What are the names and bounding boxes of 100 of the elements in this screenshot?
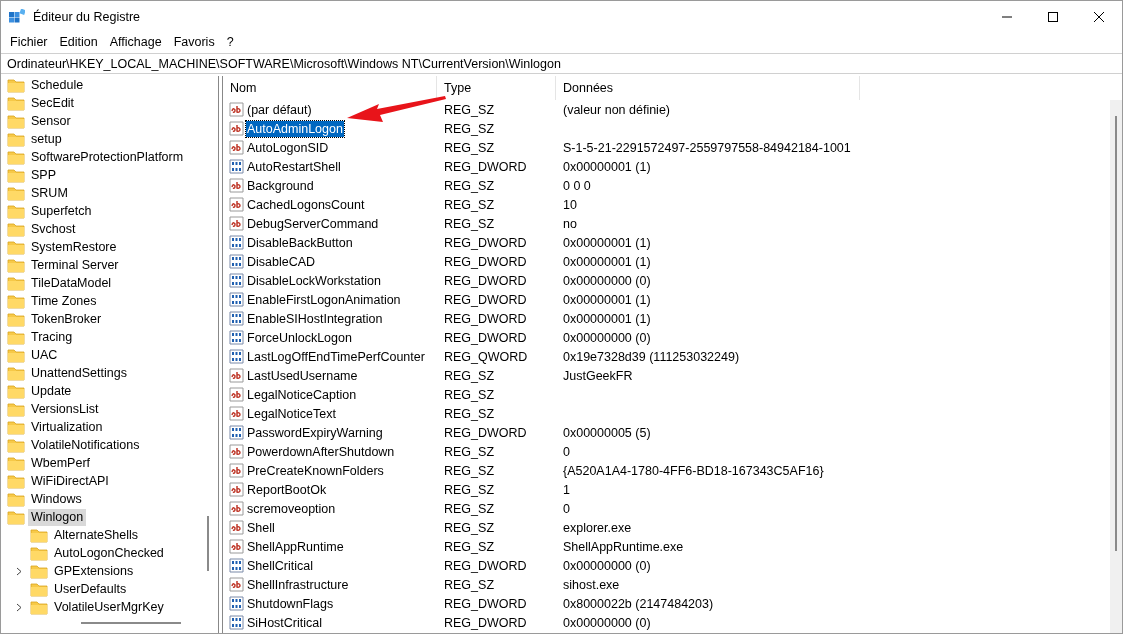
tree-item[interactable]: Virtualization <box>28 418 106 436</box>
value-name[interactable]: LastLogOffEndTimePerfCounter <box>246 348 426 365</box>
tree-item[interactable]: VersionsList <box>28 400 102 418</box>
value-name[interactable]: PasswordExpiryWarning <box>246 424 384 441</box>
value-name[interactable]: DebugServerCommand <box>246 215 380 232</box>
tree-item[interactable]: Schedule <box>28 76 87 94</box>
binary-value-icon <box>229 596 244 611</box>
tree-item[interactable]: Winlogon <box>28 508 87 526</box>
value-data: 0x8000022b (2147484203) <box>562 596 715 611</box>
menu-item[interactable]: Fichier <box>4 35 54 49</box>
tree-item[interactable]: SystemRestore <box>28 238 120 256</box>
tree-item[interactable]: WiFiDirectAPI <box>28 472 112 490</box>
chevron-icon[interactable] <box>16 602 22 612</box>
folder-icon <box>7 311 25 327</box>
registry-editor-icon <box>9 9 25 25</box>
value-type: REG_SZ <box>443 121 495 136</box>
menu-item[interactable]: ? <box>220 35 240 49</box>
value-type: REG_DWORD <box>443 254 528 269</box>
menu-item[interactable]: Favoris <box>167 35 221 49</box>
folder-icon <box>7 221 25 237</box>
value-name[interactable]: Shell <box>246 519 276 536</box>
value-name[interactable]: DisableLockWorkstation <box>246 272 382 289</box>
tree-item[interactable]: VolatileUserMgrKey <box>51 598 167 616</box>
tree-item[interactable]: TokenBroker <box>28 310 105 328</box>
value-name[interactable]: LegalNoticeText <box>246 405 337 422</box>
tree-item[interactable]: Terminal Server <box>28 256 122 274</box>
value-name[interactable]: LastUsedUsername <box>246 367 359 384</box>
value-type: REG_DWORD <box>443 558 528 573</box>
folder-icon <box>7 239 25 255</box>
folder-icon <box>7 113 25 129</box>
tree-item[interactable]: SPP <box>28 166 59 184</box>
value-name[interactable]: AutoAdminLogon <box>246 120 344 137</box>
value-name[interactable]: PreCreateKnownFolders <box>246 462 385 479</box>
value-name[interactable]: SiHostCritical <box>246 614 323 631</box>
value-name[interactable]: DisableBackButton <box>246 234 354 251</box>
value-data: 0x19e7328d39 (111253032249) <box>562 349 741 364</box>
value-data: 0x00000000 (0) <box>562 273 652 288</box>
tree-item[interactable]: SecEdit <box>28 94 78 112</box>
tree-item[interactable]: Superfetch <box>28 202 95 220</box>
value-data: 0x00000000 (0) <box>562 558 652 573</box>
value-name[interactable]: ReportBootOk <box>246 481 328 498</box>
value-name[interactable]: scremoveoption <box>246 500 337 517</box>
tree-item[interactable]: UAC <box>28 346 61 364</box>
value-name[interactable]: DisableCAD <box>246 253 317 270</box>
value-type: REG_DWORD <box>443 596 528 611</box>
value-type: REG_SZ <box>443 577 495 592</box>
scrollbar-thumb[interactable] <box>81 622 181 624</box>
value-type: REG_SZ <box>443 197 495 212</box>
folder-icon <box>30 599 48 615</box>
value-name[interactable]: AutoRestartShell <box>246 158 342 175</box>
value-type: REG_SZ <box>443 482 495 497</box>
tree-item[interactable]: Time Zones <box>28 292 100 310</box>
folder-icon <box>7 149 25 165</box>
tree-item[interactable]: SoftwareProtectionPlatform <box>28 148 187 166</box>
scrollbar-thumb[interactable] <box>1115 116 1117 551</box>
tree-item[interactable]: Windows <box>28 490 85 508</box>
tree-item[interactable]: Sensor <box>28 112 74 130</box>
tree-item[interactable]: setup <box>28 130 65 148</box>
string-value-icon <box>229 387 244 402</box>
value-data: 0 0 0 <box>562 178 592 193</box>
scrollbar-thumb[interactable] <box>207 516 209 571</box>
tree-item[interactable]: TileDataModel <box>28 274 115 292</box>
tree-item[interactable]: SRUM <box>28 184 71 202</box>
value-name[interactable]: Background <box>246 177 315 194</box>
value-name[interactable]: LegalNoticeCaption <box>246 386 358 403</box>
tree-item[interactable]: GPExtensions <box>51 562 137 580</box>
folder-icon <box>7 473 25 489</box>
value-name[interactable]: EnableSIHostIntegration <box>246 310 384 327</box>
value-type: REG_DWORD <box>443 292 528 307</box>
value-name[interactable]: ShutdownFlags <box>246 595 335 612</box>
value-name[interactable]: EnableFirstLogonAnimation <box>246 291 402 308</box>
string-value-icon <box>229 577 244 592</box>
menu-item[interactable]: Affichage <box>103 35 168 49</box>
tree-item[interactable]: AutoLogonChecked <box>51 544 167 562</box>
value-name[interactable]: ShellAppRuntime <box>246 538 345 555</box>
binary-value-icon <box>229 615 244 630</box>
menu-item[interactable]: Edition <box>53 35 104 49</box>
value-data: 1 <box>562 482 571 497</box>
value-name[interactable]: PowerdownAfterShutdown <box>246 443 396 460</box>
value-data: 0x00000005 (5) <box>562 425 652 440</box>
binary-value-icon <box>229 311 244 326</box>
value-name[interactable]: AutoLogonSID <box>246 139 330 156</box>
folder-icon <box>30 527 48 543</box>
tree-item[interactable]: VolatileNotifications <box>28 436 143 454</box>
tree-item[interactable]: Update <box>28 382 75 400</box>
value-name[interactable]: CachedLogonsCount <box>246 196 366 213</box>
column-header[interactable]: Données <box>556 76 860 100</box>
chevron-icon[interactable] <box>16 566 22 576</box>
folder-icon <box>30 563 48 579</box>
tree-item[interactable]: Svchost <box>28 220 79 238</box>
value-name[interactable]: ForceUnlockLogon <box>246 329 353 346</box>
value-name[interactable]: (par défaut) <box>246 101 313 118</box>
value-name[interactable]: ShellInfrastructure <box>246 576 350 593</box>
tree-item[interactable]: Tracing <box>28 328 76 346</box>
value-name[interactable]: ShellCritical <box>246 557 314 574</box>
tree-item[interactable]: UnattendSettings <box>28 364 130 382</box>
tree-item[interactable]: UserDefaults <box>51 580 130 598</box>
tree-item[interactable]: AlternateShells <box>51 526 142 544</box>
tree-item[interactable]: WbemPerf <box>28 454 94 472</box>
folder-icon <box>30 545 48 561</box>
